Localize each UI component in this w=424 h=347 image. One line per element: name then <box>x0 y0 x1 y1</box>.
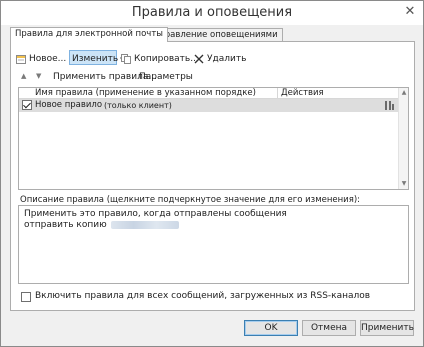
tab-manage-alerts[interactable]: Управление оповещениями <box>149 28 283 42</box>
move-up-icon[interactable]: ▲ <box>21 72 26 83</box>
new-rule-label: Новое... <box>29 53 67 64</box>
change-rule-label: Изменить <box>72 53 119 64</box>
copy-icon <box>121 53 131 64</box>
description-line-1: Применить это правило, когда отправлены … <box>24 209 287 219</box>
tab-email-rules[interactable]: Правила для электронной почты <box>10 27 168 42</box>
copy-rule-button[interactable]: Копировать... <box>121 52 199 65</box>
delete-rule-label: Удалить <box>207 53 247 64</box>
move-down-icon[interactable]: ▼ <box>36 72 41 83</box>
close-icon[interactable]: ✕ <box>403 5 417 19</box>
rule-description-box[interactable]: Применить это правило, когда отправлены … <box>18 205 409 284</box>
rule-enabled-checkbox[interactable] <box>22 100 32 110</box>
delete-icon <box>194 54 204 64</box>
options-button[interactable]: Параметры <box>139 72 193 83</box>
column-divider <box>277 88 278 99</box>
rules-dialog: Правила и оповещения ✕ Правила для элект… <box>0 0 424 347</box>
description-line-2-wrap: отправить копию <box>24 220 403 231</box>
table-row[interactable]: Новое правило (только клиент) <box>19 99 398 112</box>
apply-button[interactable]: Применить <box>360 320 414 336</box>
ok-button[interactable]: OK <box>244 320 298 336</box>
description-line-2: отправить копию <box>24 220 107 230</box>
scroll-up-icon[interactable]: ▲ <box>400 89 408 97</box>
rule-actions-icon <box>383 100 395 116</box>
change-rule-label-wrap: Изменить ▾ <box>72 52 124 65</box>
new-rule-button[interactable]: Новое... <box>16 52 66 65</box>
scroll-down-icon[interactable]: ▼ <box>400 180 408 188</box>
rss-rules-checkbox[interactable] <box>21 292 31 302</box>
rss-rules-label[interactable]: Включить правила для всех сообщений, заг… <box>35 291 370 301</box>
tab-panel: Новое... Изменить ▾ Копировать... Удалит… <box>10 41 415 311</box>
rule-name: Новое правило <box>35 100 103 110</box>
window-title: Правила и оповещения <box>131 5 293 20</box>
cancel-button[interactable]: Отмена <box>302 320 356 336</box>
rules-list-header: Имя правила (применение в указанном поря… <box>19 88 398 99</box>
rule-note: (только клиент) <box>104 101 172 110</box>
column-header-rule-name[interactable]: Имя правила (применение в указанном поря… <box>35 88 256 98</box>
title-bar: Правила и оповещения ✕ <box>1 1 423 25</box>
copy-rule-label: Копировать... <box>134 53 199 64</box>
description-label: Описание правила (щелкните подчеркнутое … <box>20 195 360 205</box>
column-header-actions[interactable]: Действия <box>281 88 324 98</box>
rules-scrollbar[interactable]: ▲ ▼ <box>398 88 408 189</box>
new-rule-icon <box>16 54 26 64</box>
delete-rule-button[interactable]: Удалить <box>194 52 246 65</box>
rules-list[interactable]: Имя правила (применение в указанном поря… <box>18 87 409 190</box>
redacted-recipient[interactable] <box>110 220 179 229</box>
